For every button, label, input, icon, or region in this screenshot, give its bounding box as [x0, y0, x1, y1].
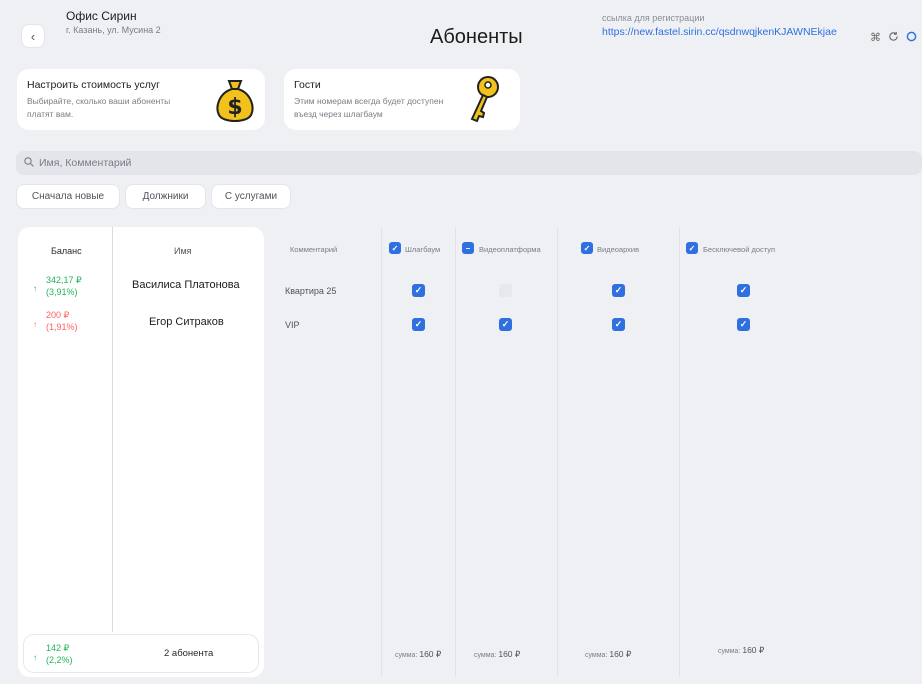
guests-card[interactable]: Гости Этим номерам всегда будет доступен… — [284, 69, 520, 130]
service-header-barrier: Шлагбаум — [405, 245, 441, 254]
service-header-keyless: Бесключевой доступ — [703, 245, 776, 254]
service-header-videoarchive: Видеоархив — [597, 245, 640, 254]
name-header: Имя — [174, 246, 192, 256]
row-comment[interactable]: VIP — [285, 320, 300, 330]
card-description: Выбирайте, сколько ваши абоненты платят … — [27, 96, 171, 119]
subscriber-count: 2 абонента — [164, 648, 214, 659]
videoplatform-checkbox[interactable] — [499, 284, 512, 297]
registration-link[interactable]: https://new.fastel.sirin.cc/qsdnwqjkenKJ… — [602, 26, 837, 38]
videoplatform-sum: сумма: 160 ₽ — [474, 649, 521, 659]
videoarchive-checkbox[interactable]: ✓ — [612, 284, 625, 297]
barrier-checkbox[interactable]: ✓ — [412, 318, 425, 331]
toggle-all-videoarchive-checkbox[interactable]: ✓ — [581, 242, 593, 254]
row-comment[interactable]: Квартира 25 — [285, 286, 336, 296]
total-percent: (2,2%) — [46, 655, 73, 665]
filter-newest[interactable]: Сначала новые — [17, 185, 119, 208]
panel-divider — [112, 227, 113, 632]
filter-debtors[interactable]: Должники — [126, 185, 205, 208]
trend-up-icon: ↑ — [33, 320, 37, 329]
key-icon — [464, 75, 504, 130]
videoarchive-checkbox[interactable]: ✓ — [612, 318, 625, 331]
total-balance: 142 ₽ — [46, 643, 70, 653]
card-description: Этим номерам всегда будет доступен въезд… — [294, 96, 444, 119]
column-divider — [381, 227, 382, 677]
service-header-videoplatform: Видеоплатформа — [479, 245, 541, 254]
trend-up-icon: ↑ — [33, 653, 37, 662]
toggle-all-keyless-checkbox[interactable]: ✓ — [686, 242, 698, 254]
column-divider — [679, 227, 680, 677]
registration-label: ссылка для регистрации — [602, 13, 705, 23]
sync-icon[interactable] — [888, 31, 899, 45]
chevron-left-icon: ‹ — [30, 28, 36, 44]
command-icon[interactable]: ⌘ — [870, 31, 881, 44]
row-percent: (1,91%) — [46, 322, 78, 332]
trend-up-icon: ↑ — [33, 284, 37, 293]
back-button[interactable]: ‹ — [22, 25, 44, 47]
filter-with-services[interactable]: С услугами — [212, 185, 290, 208]
videoplatform-checkbox[interactable]: ✓ — [499, 318, 512, 331]
toggle-all-barrier-checkbox[interactable]: ✓ — [389, 242, 401, 254]
balance-header: Баланс — [51, 246, 82, 256]
barrier-checkbox[interactable]: ✓ — [412, 284, 425, 297]
svg-text:$: $ — [227, 95, 242, 120]
office-name: Офис Сирин — [66, 9, 137, 23]
keyless-checkbox[interactable]: ✓ — [737, 318, 750, 331]
column-divider — [455, 227, 456, 677]
search-icon — [24, 156, 34, 170]
barrier-sum: сумма: 160 ₽ — [395, 649, 442, 659]
row-percent: (3,91%) — [46, 287, 78, 297]
page-title: Абоненты — [430, 26, 523, 48]
office-address: г. Казань, ул. Мусина 2 — [66, 25, 161, 35]
row-name[interactable]: Василиса Платонова — [132, 279, 240, 291]
row-balance: 200 ₽ — [46, 310, 70, 320]
row-balance: 342,17 ₽ — [46, 275, 82, 285]
money-bag-icon: $ — [213, 77, 257, 130]
comment-header: Комментарий — [290, 245, 338, 254]
search-input[interactable]: Имя, Комментарий — [16, 151, 922, 175]
toggle-all-videoplatform-checkbox[interactable]: – — [462, 242, 474, 254]
keyless-sum: сумма: 160 ₽ — [718, 645, 765, 655]
service-cost-card[interactable]: Настроить стоимость услуг Выбирайте, ско… — [17, 69, 265, 130]
videoarchive-sum: сумма: 160 ₽ — [585, 649, 632, 659]
keyless-checkbox[interactable]: ✓ — [737, 284, 750, 297]
row-name[interactable]: Егор Ситраков — [149, 316, 224, 328]
search-placeholder: Имя, Комментарий — [39, 157, 132, 169]
circle-icon[interactable] — [906, 31, 917, 45]
column-divider — [557, 227, 558, 677]
